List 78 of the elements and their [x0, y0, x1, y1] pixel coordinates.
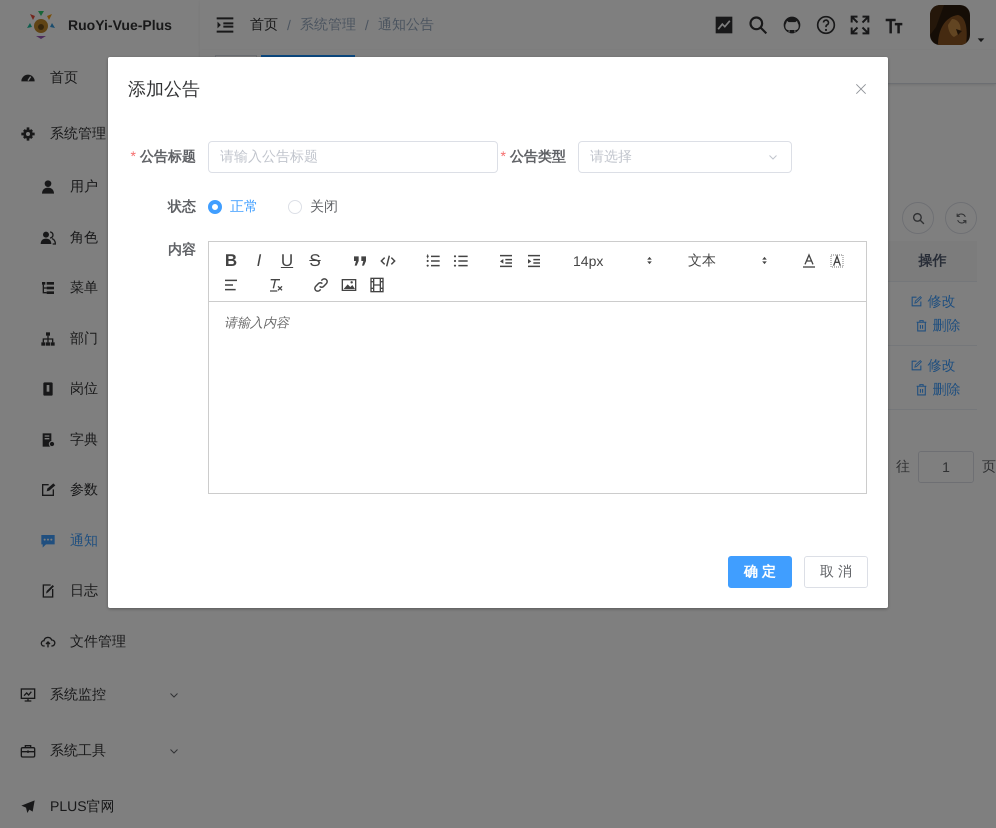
editor-area[interactable]: 请输入内容	[208, 302, 867, 494]
underline-button[interactable]: U	[273, 250, 301, 271]
ordered-list-icon[interactable]	[425, 252, 441, 268]
required-mark: *	[500, 148, 506, 166]
search-icon	[912, 212, 924, 224]
github-icon[interactable]	[782, 15, 802, 35]
chat-bubble-icon	[40, 532, 56, 549]
sidebar-item[interactable]: 字典	[0, 414, 200, 465]
trash-icon	[914, 319, 928, 332]
confirm-button[interactable]: 确 定	[728, 556, 792, 588]
image-icon[interactable]	[341, 276, 357, 292]
code-icon[interactable]	[380, 252, 396, 268]
help-icon[interactable]	[816, 15, 836, 35]
cancel-button[interactable]: 取 消	[804, 556, 868, 588]
dialog-title: 添加公告	[128, 78, 200, 101]
note-pencil-icon	[40, 583, 56, 600]
goto-label: 往	[896, 458, 910, 476]
paper-plane-icon	[20, 799, 36, 815]
align-left-icon[interactable]	[223, 276, 239, 292]
field-label: 公告标题	[140, 148, 196, 166]
highlight-icon[interactable]	[829, 252, 845, 268]
sidebar-item[interactable]: 文件管理	[0, 616, 200, 667]
fullscreen-icon[interactable]	[850, 15, 870, 35]
indent-icon[interactable]	[526, 252, 542, 268]
field-label: 内容	[168, 240, 196, 259]
org-chart-icon	[40, 330, 56, 347]
bullet-list-icon[interactable]	[453, 252, 469, 268]
edit-icon	[40, 482, 56, 498]
sidebar-item[interactable]: 岗位	[0, 364, 200, 414]
menu-fold-icon[interactable]	[215, 15, 235, 35]
heading-picker[interactable]: 文本	[680, 250, 778, 271]
required-mark: *	[130, 148, 136, 166]
search-icon[interactable]	[748, 15, 768, 35]
bold-button[interactable]: B	[217, 250, 245, 271]
logo-icon	[24, 8, 58, 42]
sidebar-item[interactable]: 参数	[0, 465, 200, 516]
radio-button[interactable]: 关闭	[288, 198, 338, 216]
breadcrumb-separator: /	[364, 17, 369, 33]
column-header: 操作	[917, 251, 948, 270]
person-icon	[40, 179, 56, 196]
breadcrumb-item[interactable]: 首页	[250, 16, 278, 34]
book-icon	[40, 432, 56, 448]
font-color-icon[interactable]	[801, 252, 817, 268]
sidebar-item[interactable]: PLUS官网	[0, 779, 200, 828]
brand-title: RuoYi-Vue-Plus	[68, 17, 172, 33]
font-size-picker[interactable]: 14px	[565, 250, 663, 271]
search-button[interactable]	[902, 202, 934, 234]
edit-icon	[910, 359, 922, 372]
page-suffix: 页	[982, 458, 996, 476]
monitor-icon	[20, 687, 36, 703]
outdent-icon[interactable]	[498, 252, 514, 268]
trash-icon	[914, 383, 928, 396]
field-label: 状态	[168, 198, 196, 216]
close-icon[interactable]	[854, 82, 868, 96]
briefcase-icon	[20, 743, 36, 759]
list-tree-icon	[40, 280, 56, 296]
italic-button[interactable]: I	[245, 250, 273, 271]
sidebar-item[interactable]: 系统工具	[0, 723, 200, 779]
sidebar-item[interactable]: 菜单	[0, 263, 200, 314]
editor-placeholder: 请输入内容	[224, 315, 289, 330]
strike-button[interactable]: S	[301, 250, 329, 271]
sidebar-item[interactable]: 日志	[0, 566, 200, 616]
breadcrumb-separator: /	[287, 17, 291, 33]
field-label: 公告类型	[510, 148, 566, 166]
refresh-button[interactable]	[945, 202, 977, 234]
line-chart-icon[interactable]	[714, 15, 734, 35]
page-input[interactable]: 1	[918, 451, 974, 483]
cloud-upload-icon	[40, 634, 56, 650]
people-icon	[40, 230, 56, 246]
radio-button[interactable]: 正常	[208, 198, 258, 216]
gear-icon	[20, 126, 36, 142]
film-icon[interactable]	[369, 276, 385, 292]
sidebar-item[interactable]: 系统监控	[0, 667, 200, 723]
sidebar-item[interactable]: 部门	[0, 314, 200, 364]
refresh-icon	[954, 212, 968, 224]
clear-format-icon[interactable]	[268, 276, 284, 292]
edit-icon	[910, 295, 922, 308]
link-icon[interactable]	[313, 276, 329, 292]
